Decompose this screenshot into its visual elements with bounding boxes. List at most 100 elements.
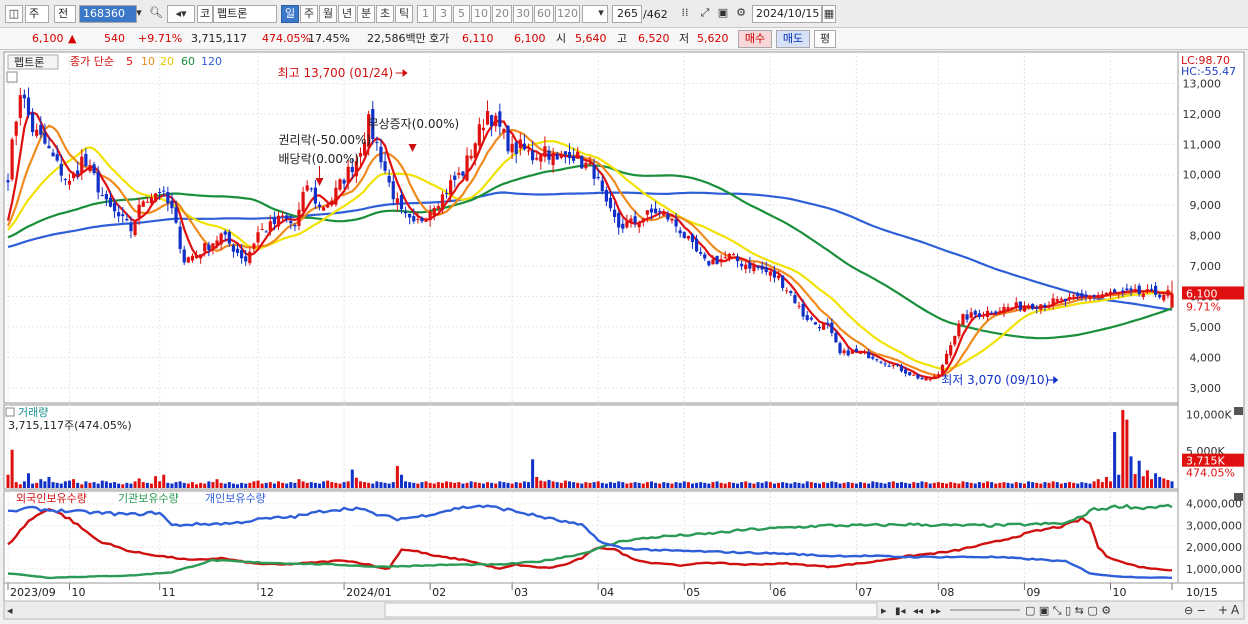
stock-chart-svg[interactable]: 13,000 12,000 11,000 10,000 9,000 8,000 7,000 6…	[0, 50, 1248, 621]
zoom-in-icon[interactable]: +	[1218, 603, 1228, 617]
volume-bar	[863, 482, 867, 488]
minute-5-button[interactable]: 5	[453, 5, 470, 23]
settings-gear-icon[interactable]: ⚙	[733, 5, 749, 23]
volume-bar	[494, 483, 498, 488]
minute-120-button[interactable]: 120	[555, 5, 580, 23]
scroll-right-icon[interactable]: ▸	[881, 604, 887, 617]
volume-bar	[309, 482, 313, 488]
interval-dropdown-icon[interactable]: ▾	[594, 5, 608, 23]
volume-bar	[535, 476, 539, 488]
period-second-tab[interactable]: 초	[376, 5, 394, 23]
code-input[interactable]: 168360	[79, 5, 137, 23]
candle-body	[850, 349, 854, 354]
last-price-label: 6,100	[1186, 287, 1218, 300]
volume-bar	[727, 482, 731, 488]
volume-bar	[916, 482, 920, 488]
candle-body	[334, 187, 338, 205]
minute-20-button[interactable]: 20	[492, 5, 512, 23]
volume-bar	[39, 479, 43, 488]
search-icon[interactable]: 🔍︎	[148, 5, 164, 23]
period-year-tab[interactable]: 년	[338, 5, 356, 23]
volume-bar	[670, 483, 674, 488]
grid-icon[interactable]: ⁞⁞	[676, 5, 694, 23]
candle-body	[752, 264, 756, 272]
candle-body	[473, 143, 477, 159]
volume-toggle-icon[interactable]	[5, 407, 15, 417]
calendar-icon[interactable]: ▦	[822, 5, 836, 23]
volume-bar	[1035, 482, 1039, 488]
x-tick-label: 12	[260, 586, 274, 599]
prev-icon[interactable]: ◂◂	[913, 606, 923, 617]
next-icon[interactable]: ▸▸	[931, 606, 941, 617]
candle-body	[276, 215, 281, 227]
eval-button[interactable]: 평	[814, 30, 836, 48]
volume-bar	[277, 481, 281, 488]
crosshair-icon[interactable]: ⤢	[696, 5, 714, 23]
minute-1-button[interactable]: 1	[417, 5, 434, 23]
candle-body	[604, 189, 608, 202]
period-month-tab[interactable]: 월	[319, 5, 337, 23]
candle-body	[88, 165, 92, 172]
candle-body	[985, 310, 990, 317]
candle-body	[498, 111, 502, 127]
sound-icon[interactable]: ◂▾	[167, 5, 195, 23]
candle-body	[584, 162, 588, 169]
minute-60-button[interactable]: 60	[534, 5, 554, 23]
market-select[interactable]: 주	[25, 5, 49, 23]
candle-body	[39, 124, 43, 135]
period-minute-tab[interactable]: 분	[357, 5, 375, 23]
candle-body	[80, 156, 84, 174]
candle-body	[22, 94, 26, 99]
candle-body	[539, 155, 543, 162]
zoom-out-icon[interactable]: ⊖ −	[1184, 604, 1206, 617]
volume-bar	[518, 482, 522, 488]
holdings-close-icon[interactable]	[1234, 493, 1243, 501]
volume-bar	[809, 482, 813, 488]
minute-10-button[interactable]: 10	[471, 5, 491, 23]
candle-body	[342, 179, 346, 184]
auto-scale-icon[interactable]: A	[1231, 603, 1240, 617]
candle-body	[350, 166, 354, 173]
stock-name-field[interactable]: 펩트론	[213, 5, 277, 23]
scroll-left-icon[interactable]: ◂	[7, 604, 13, 617]
first-icon[interactable]: ▮◂	[895, 606, 906, 617]
candle-body	[395, 198, 399, 204]
tool-icons[interactable]: ▢ ▣ ⤡ ▯ ⇆ ▢ ⚙	[1025, 604, 1111, 617]
period-tick-tab[interactable]: 틱	[395, 5, 413, 23]
legend-toggle-icon[interactable]	[6, 71, 18, 83]
volume-bar	[801, 483, 805, 488]
sell-button[interactable]: 매도	[776, 30, 810, 48]
minute-3-button[interactable]: 3	[435, 5, 452, 23]
period-day-tab[interactable]: 일	[281, 5, 299, 23]
volume-close-icon[interactable]	[1234, 407, 1243, 415]
candle-body	[1113, 289, 1117, 293]
candle-body	[256, 232, 260, 243]
display-count-input[interactable]: 265	[612, 5, 642, 23]
volume-bar	[272, 483, 276, 488]
legend-ma5: 5	[126, 55, 133, 68]
volume-panel[interactable]	[3, 404, 1179, 490]
change-value: 540	[104, 32, 125, 45]
period-week-tab[interactable]: 주	[300, 5, 318, 23]
volume-bar	[994, 483, 998, 488]
date-input[interactable]: 2024/10/15	[752, 5, 822, 23]
volume-ratio: 474.05%	[262, 32, 311, 45]
candle-body	[137, 204, 141, 218]
volume-bar	[592, 482, 596, 488]
retail-legend: 개인보유수량	[205, 492, 266, 505]
volume-bar	[88, 482, 92, 488]
chart-area[interactable]: 13,000 12,000 11,000 10,000 9,000 8,000 7,000 6…	[0, 50, 1248, 621]
minute-30-button[interactable]: 30	[513, 5, 533, 23]
candle-body	[559, 155, 563, 158]
volume-bar	[891, 481, 895, 488]
code-dropdown-icon[interactable]: ▾	[132, 5, 146, 23]
type-select[interactable]: 전	[54, 5, 76, 23]
candle-body	[625, 221, 629, 228]
save-icon[interactable]: ▣	[715, 5, 731, 23]
candle-body	[326, 204, 330, 208]
scroll-thumb[interactable]	[384, 602, 878, 618]
candle-body	[551, 153, 555, 166]
volume-bar	[690, 483, 694, 488]
chart-menu-icon[interactable]: ◫	[5, 5, 23, 23]
buy-button[interactable]: 매수	[738, 30, 772, 48]
